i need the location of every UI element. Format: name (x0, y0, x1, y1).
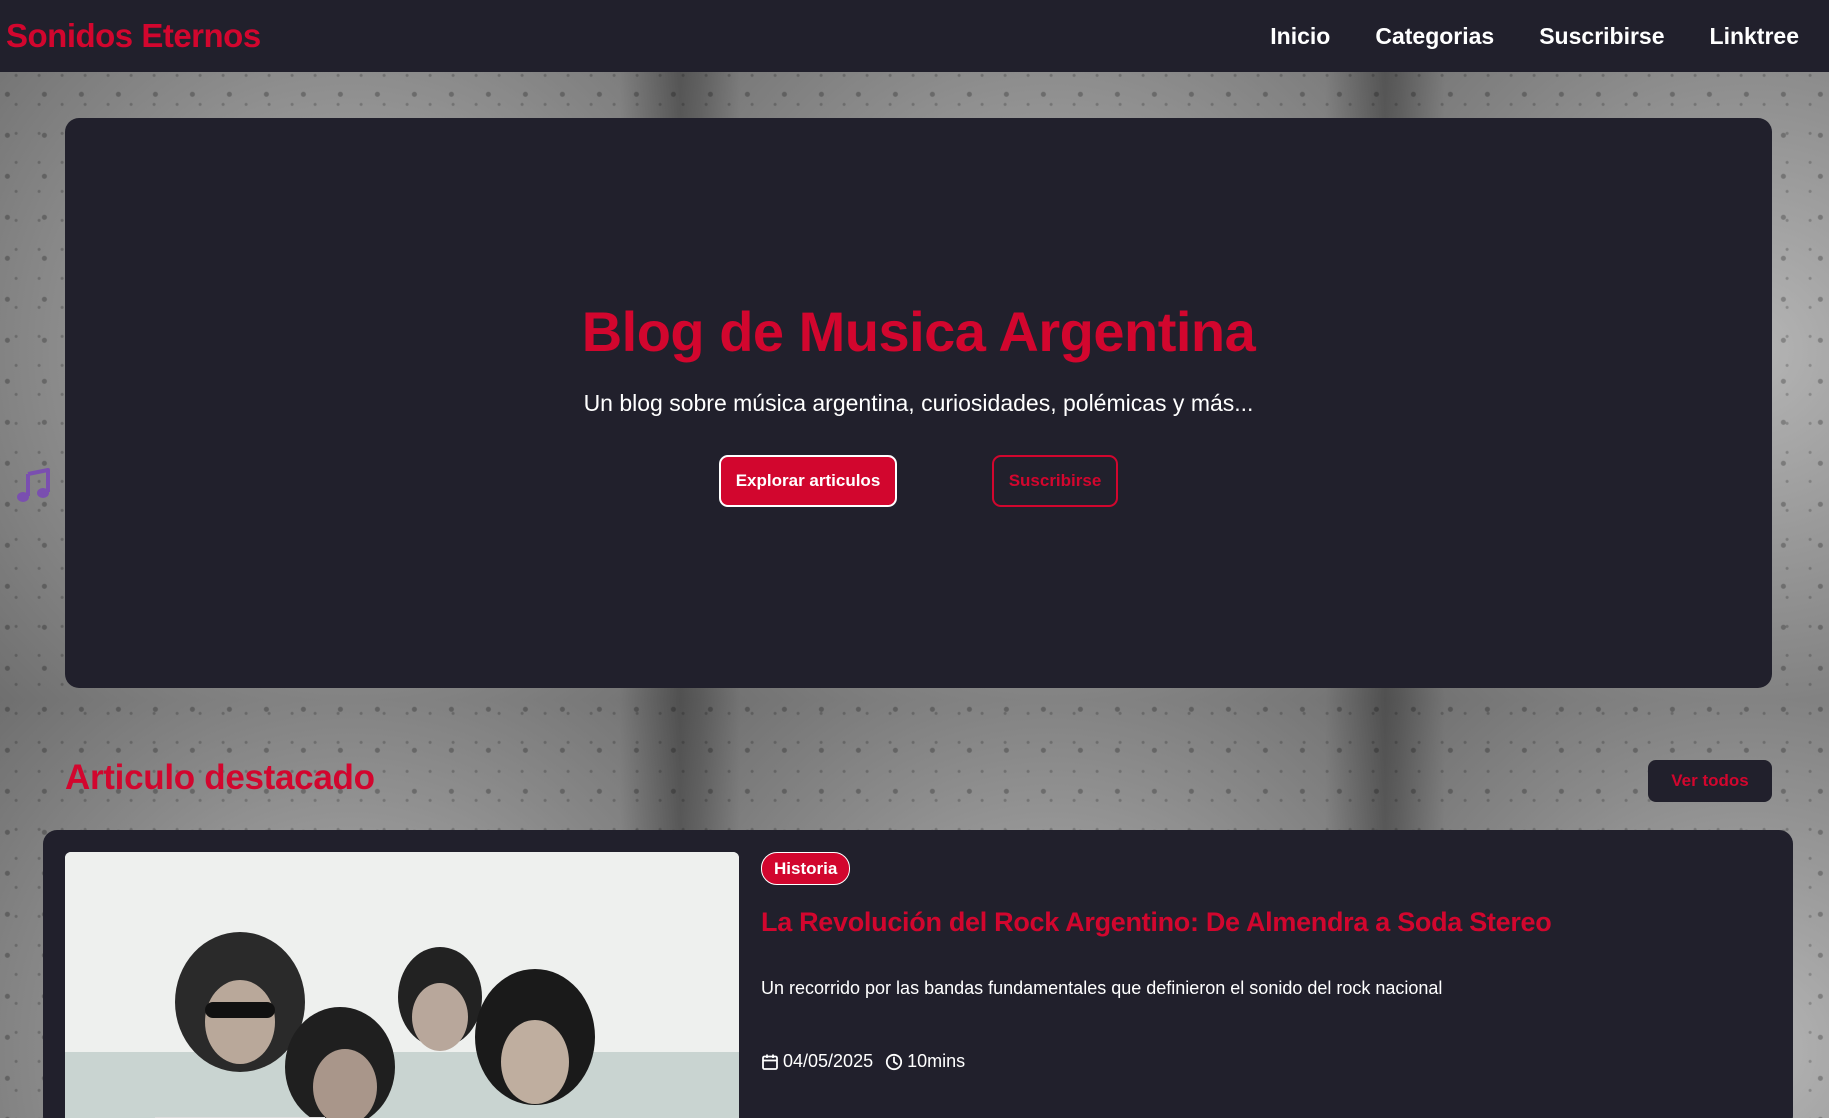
nav-links: Inicio Categorias Suscribirse Linktree (1270, 23, 1799, 50)
article-read-time: 10mins (885, 1051, 965, 1072)
view-all-button[interactable]: Ver todos (1648, 760, 1772, 802)
article-read-time-text: 10mins (907, 1051, 966, 1071)
music-note-icon[interactable] (14, 466, 54, 506)
article-description: Un recorrido por las bandas fundamentale… (761, 978, 1443, 998)
subscribe-button[interactable]: Suscribirse (992, 455, 1118, 507)
category-tag[interactable]: Historia (761, 852, 851, 885)
calendar-icon (761, 1053, 779, 1071)
hero-subtitle: Un blog sobre música argentina, curiosid… (583, 390, 1254, 416)
hero-title: Blog de Musica Argentina (581, 300, 1256, 363)
featured-article-card[interactable]: Historia La Revolución del Rock Argentin… (43, 830, 1793, 1118)
brand-logo-link[interactable]: Sonidos Eternos (6, 17, 261, 55)
hero-buttons: Explorar articulos Suscribirse (719, 455, 1118, 507)
hero-section: Blog de Musica Argentina Un blog sobre m… (65, 118, 1772, 688)
article-date-text: 04/05/2025 (783, 1051, 874, 1071)
article-date: 04/05/2025 (761, 1051, 873, 1072)
article-meta: 04/05/2025 10mins (761, 1051, 1773, 1072)
article-title[interactable]: La Revolución del Rock Argentino: De Alm… (761, 907, 1773, 938)
nav-link-suscribirse[interactable]: Suscribirse (1539, 23, 1664, 50)
article-cover-image[interactable] (65, 852, 739, 1118)
top-navbar: Sonidos Eternos Inicio Categorias Suscri… (0, 0, 1829, 72)
nav-link-inicio[interactable]: Inicio (1270, 23, 1330, 50)
featured-section-title: Articulo destacado (65, 758, 375, 797)
article-body: Historia La Revolución del Rock Argentin… (761, 852, 1773, 1072)
nav-link-linktree[interactable]: Linktree (1710, 23, 1799, 50)
clock-icon (885, 1053, 903, 1071)
explore-articles-button[interactable]: Explorar articulos (719, 455, 897, 507)
nav-link-categorias[interactable]: Categorias (1375, 23, 1494, 50)
